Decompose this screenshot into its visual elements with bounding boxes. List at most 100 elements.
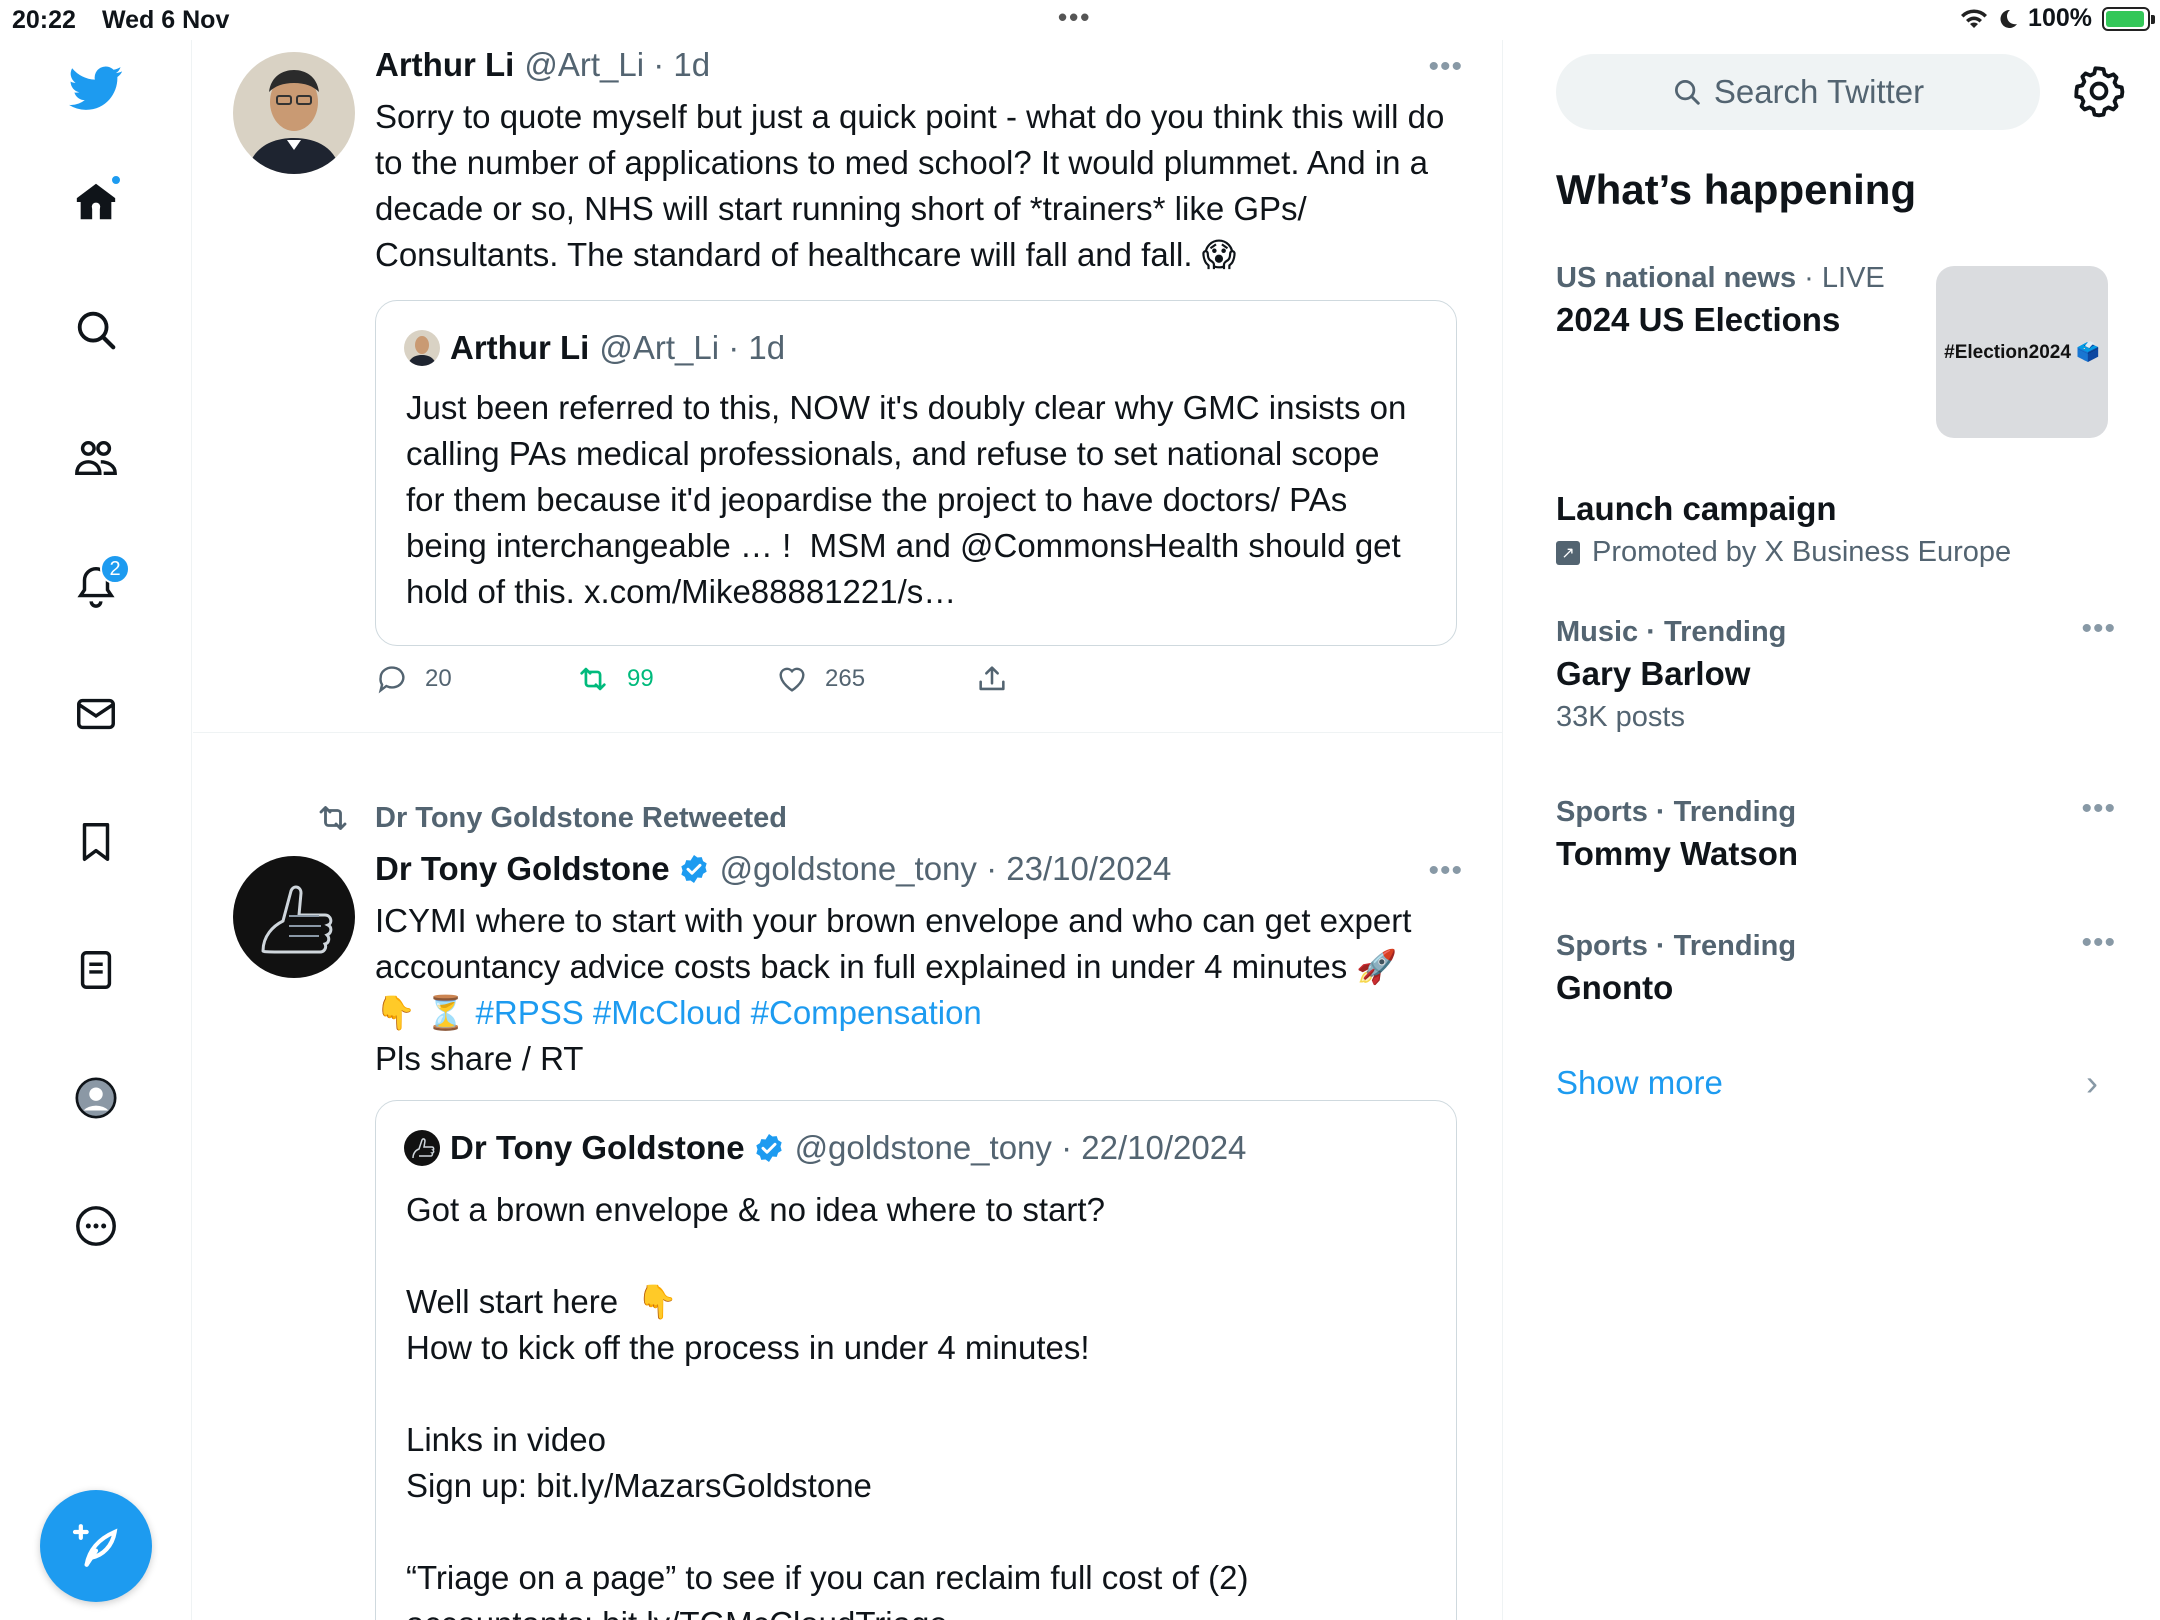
quote-author-meta: @goldstone_tony · 22/10/2024 (794, 1129, 1247, 1166)
retweet-icon (580, 667, 606, 691)
retweet-count: 99 (627, 665, 654, 692)
trend-category: Sports · Trending (1556, 930, 1797, 962)
nav-profile[interactable] (66, 1068, 126, 1128)
quote-header: Dr Tony Goldstone @goldstone_tony · 22/1… (404, 1129, 1246, 1167)
battery-percent: 100% (2028, 4, 2092, 32)
more-circle-icon (76, 1206, 116, 1246)
tweet-text-footer: Pls share / RT (375, 1040, 584, 1077)
quoted-tweet[interactable]: Dr Tony Goldstone @goldstone_tony · 22/1… (375, 1100, 1457, 1620)
reply-icon (378, 666, 405, 694)
tweet-text: Sorry to quote myself but just a quick p… (375, 98, 1454, 273)
promoted-icon: ↗ (1556, 540, 1580, 565)
trend-item[interactable]: Sports · Trending Gnonto ••• (1556, 926, 2116, 1007)
trend-image[interactable]: #Election2024 🗳️ (1936, 266, 2108, 438)
twitter-logo-icon[interactable] (66, 58, 126, 118)
quote-avatar (404, 1130, 440, 1166)
trend-live-label: · LIVE (1796, 262, 1885, 294)
nav-notifications[interactable]: 2 (66, 554, 130, 616)
quote-header: Arthur Li @Art_Li · 1d (404, 329, 785, 367)
author-name[interactable]: Arthur Li (375, 46, 514, 84)
reply-button[interactable]: 20 (375, 662, 575, 696)
trend-category: Music · Trending (1556, 616, 1787, 648)
trend-title: Tommy Watson (1556, 835, 1799, 872)
nav-explore[interactable] (66, 300, 126, 360)
trend-title: Gary Barlow (1556, 655, 1751, 692)
promoted-title: Launch campaign (1556, 490, 1837, 527)
left-nav: 2 (0, 40, 192, 1620)
like-count: 265 (825, 665, 866, 692)
verified-badge-icon (755, 1134, 782, 1162)
tweet-actions: 20 99 265 (375, 662, 1175, 696)
retweeted-by-label[interactable]: Dr Tony Goldstone Retweeted (375, 802, 787, 835)
profile-icon (75, 1077, 117, 1119)
like-button[interactable]: 265 (775, 662, 975, 696)
promoted-item[interactable]: Launch campaign ↗ Promoted by X Business… (1556, 484, 2116, 569)
author-name[interactable]: Dr Tony Goldstone (375, 850, 670, 888)
quote-avatar (404, 330, 440, 366)
status-date: Wed 6 Nov (102, 6, 230, 34)
tweet-header: Dr Tony Goldstone @goldstone_tony · 23/1… (375, 850, 1171, 888)
promoted-label: ↗ Promoted by X Business Europe (1556, 536, 2116, 569)
new-content-dot (110, 174, 122, 186)
heart-icon (779, 667, 805, 692)
search-input[interactable]: Search Twitter (1556, 54, 2040, 130)
more-options-icon[interactable]: ••• (2081, 612, 2116, 646)
status-time: 20:22 (12, 6, 76, 34)
quote-author-meta: @Art_Li · 1d (599, 329, 786, 366)
nav-lists[interactable] (66, 940, 126, 1000)
tweet-text-emoji: 👇 ⏳ (375, 994, 476, 1031)
bookmark-icon (82, 823, 110, 861)
hashtags-link[interactable]: #RPSS #McCloud #Compensation (476, 994, 982, 1031)
avatar[interactable] (233, 856, 355, 978)
nav-messages[interactable] (66, 684, 126, 744)
more-options-icon[interactable]: ••• (1428, 50, 1463, 84)
trend-post-count: 33K posts (1556, 701, 1685, 733)
share-button[interactable] (975, 662, 1175, 696)
settings-gear-icon[interactable] (2072, 64, 2126, 118)
battery-icon (2102, 6, 2155, 31)
trend-image-label: #Election2024 🗳️ (1944, 342, 2100, 363)
nav-bookmarks[interactable] (66, 812, 126, 872)
verified-badge-icon (680, 855, 707, 883)
right-sidebar: Search Twitter What’s happening US natio… (1504, 40, 2160, 1620)
trend-item[interactable]: Sports · Trending Tommy Watson ••• (1556, 792, 2116, 873)
search-icon (1674, 80, 1700, 105)
communities-icon (75, 440, 117, 476)
tweet-text: ICYMI where to start with your brown env… (375, 898, 1465, 1082)
section-title: What’s happening (1556, 166, 1917, 213)
compose-tweet-button[interactable] (40, 1490, 152, 1602)
trend-category-main: US national news (1556, 262, 1797, 294)
moon-icon (2000, 9, 2018, 28)
quoted-tweet[interactable]: Arthur Li @Art_Li · 1d Just been referre… (375, 300, 1457, 646)
compose-feather-icon (72, 1524, 118, 1567)
retweeted-icon (319, 806, 347, 830)
reply-count: 20 (425, 665, 452, 692)
more-options-icon[interactable]: ••• (1428, 854, 1463, 888)
quote-text: Just been referred to this, NOW it's dou… (406, 389, 1416, 610)
show-more-link[interactable]: Show more (1556, 1064, 1723, 1102)
share-icon (979, 666, 1005, 691)
timeline: Arthur Li @Art_Li · 1d ••• Sorry to quot… (193, 40, 1503, 1620)
trend-item[interactable]: Music · Trending Gary Barlow 33K posts •… (1556, 612, 2116, 734)
author-meta: @goldstone_tony · 23/10/2024 (719, 850, 1172, 887)
nav-home[interactable] (66, 172, 126, 232)
multitasking-dots-icon[interactable]: ••• (1058, 2, 1091, 33)
nav-more[interactable] (66, 1196, 126, 1256)
retweet-button[interactable]: 99 (575, 662, 775, 696)
lists-icon (80, 951, 112, 989)
author-meta: @Art_Li · 1d (524, 46, 711, 83)
tweet-divider (193, 732, 1502, 733)
search-placeholder: Search Twitter (1713, 73, 1925, 110)
more-options-icon[interactable]: ••• (2081, 926, 2116, 960)
more-options-icon[interactable]: ••• (2081, 792, 2116, 826)
home-icon (76, 183, 116, 220)
nav-communities[interactable] (66, 428, 126, 488)
notifications-badge: 2 (100, 554, 130, 584)
status-right: 100% (1960, 4, 2155, 33)
mail-icon (77, 698, 115, 730)
promoted-text: Promoted by X Business Europe (1592, 536, 2012, 568)
chevron-right-icon: › (2086, 1062, 2098, 1103)
quote-author-name: Arthur Li (450, 329, 590, 366)
avatar[interactable] (233, 52, 355, 174)
wifi-icon (1961, 8, 1988, 28)
